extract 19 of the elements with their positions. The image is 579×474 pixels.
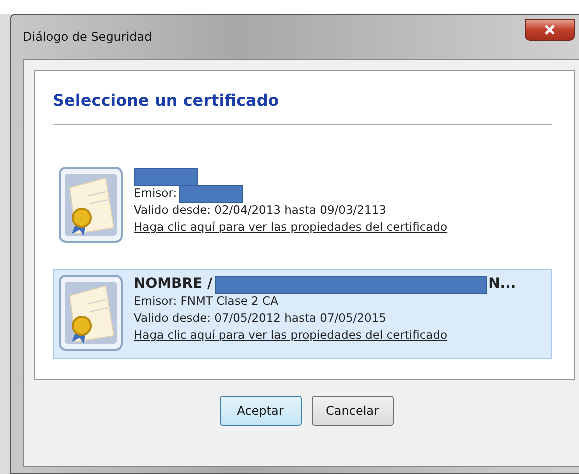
issuer-text: Emisor: <box>134 185 178 202</box>
dialog-button[interactable]: Aceptar <box>220 396 302 426</box>
validity-text: Valido desde: 02/04/2013 hasta 09/03/2113 <box>134 202 388 219</box>
certificate-icon <box>58 274 124 352</box>
certificate-name: NOMBRE / <box>134 276 213 293</box>
dialog-button[interactable]: Cancelar <box>312 396 394 426</box>
redaction-bar <box>134 168 198 186</box>
certificate-item[interactable]: Emisor: Valido desde: 02/04/2013 hasta 09/03/2113 Haga clic aquí para ver las propiedades del certificado <box>53 161 552 251</box>
certificate-item[interactable]: NOMBRE / N... Emisor: FNMT Clase 2 CA Valido desde: 07/05/2012 hasta 07/05/2015 Haga clic aquí para ver las propiedades del certificado <box>53 269 552 359</box>
close-button[interactable] <box>525 19 575 41</box>
close-icon <box>545 25 555 35</box>
window-title: Diálogo de Seguridad <box>23 30 152 44</box>
dialog-heading: Seleccione un certificado <box>53 91 280 110</box>
properties-link[interactable]: Haga clic aquí para ver las propiedades del certificado <box>134 327 547 344</box>
certificate-icon <box>58 166 124 244</box>
certificate-name: N... <box>488 276 516 293</box>
validity-text: Valido desde: 07/05/2012 hasta 07/05/2015 <box>134 310 388 327</box>
issuer-text: Emisor: FNMT Clase 2 CA <box>134 293 278 310</box>
properties-link[interactable]: Haga clic aquí para ver las propiedades del certificado <box>134 219 547 236</box>
